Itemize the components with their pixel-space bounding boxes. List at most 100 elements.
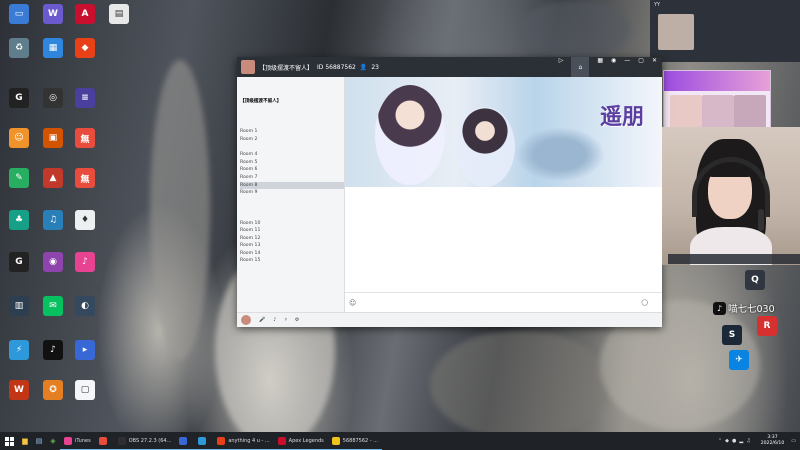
taskbar-app-button[interactable]: OBS 27.2.3 (64... [113,432,176,450]
notification-icon[interactable]: ▭ [791,438,796,444]
tray-chevron-icon[interactable]: ⌃ [718,438,722,444]
tray-app-icon[interactable]: ● [732,438,736,444]
desktop-icon[interactable]: S [722,325,742,346]
mic-icon[interactable]: 🎤 [259,317,265,323]
desktop-icon[interactable]: 無 [68,128,102,149]
channel-tree-row[interactable]: Room 15 [240,257,344,265]
desktop-icon[interactable]: ☺ [2,128,36,149]
channel-tree-row[interactable]: Room 7 [240,174,344,182]
desktop-icon[interactable]: R [757,316,777,337]
desktop-icon[interactable]: ✪ [36,380,70,401]
desktop-icon[interactable]: ♣ [2,210,36,231]
desktop-icon[interactable]: ◎ [36,88,70,109]
clock[interactable]: 3:37 2022/6/10 [757,435,789,447]
channel-tree-row[interactable] [240,121,344,129]
desktop-icon[interactable]: ▦ [36,38,70,59]
channel-tree-row[interactable]: Room 9 [240,189,344,197]
minimize-icon[interactable]: — [624,57,630,77]
desktop-icon[interactable]: A [68,4,102,25]
maximize-icon[interactable]: ▢ [638,57,644,77]
taskbar-app-button[interactable]: Apex Legends [273,432,328,450]
desktop-icon[interactable]: W [36,4,70,25]
desktop-icon[interactable]: ▢ [68,380,102,401]
taskbar-app-button[interactable] [194,432,214,450]
taskbar-app-button[interactable]: anything 4 u - ... [213,432,274,450]
desktop-icon[interactable]: G [2,88,36,109]
channel-tree-row[interactable]: Room 10 [240,220,344,228]
desktop-icon[interactable]: ◆ [68,38,102,59]
banner-logo: 遥朋 [599,104,644,130]
desktop-icon[interactable]: ▥ [2,296,36,317]
emoji-icon[interactable]: ☺ [349,299,356,307]
yy-mini-panel[interactable]: YY [650,0,800,62]
desktop-icon[interactable]: G [2,252,36,273]
desktop-icon[interactable]: ✎ [2,168,36,189]
channel-tree-row[interactable] [240,106,344,114]
desktop-icon[interactable]: ◉ [36,252,70,273]
channel-avatar[interactable] [241,60,255,74]
close-icon[interactable]: ✕ [652,57,657,77]
taskbar-app-button[interactable] [94,432,114,450]
desktop-icon[interactable]: ✉ [36,296,70,317]
start-button[interactable] [0,432,18,450]
tray-app-icon[interactable]: ◆ [725,438,729,444]
channel-tree-row[interactable] [240,212,344,220]
send-icon[interactable]: ◯ [641,299,648,306]
chat-input[interactable]: ☺ ◯ [345,292,662,312]
channel-tree-row[interactable]: Room 11 [240,227,344,235]
desktop-icon[interactable]: ♫ [36,210,70,231]
game-icon[interactable]: ◉ [611,57,616,77]
tree-root[interactable]: 【顶级摆渡不留人】 [240,98,344,106]
channel-tree-row[interactable] [240,144,344,152]
taskbar-app-button[interactable]: 56887562 - ... [327,432,382,450]
desktop-icon[interactable]: ✈ [729,350,749,371]
desktop-icon[interactable]: ▸ [68,340,102,361]
settings-icon[interactable]: ⚙ [295,317,299,323]
yy-client-window[interactable]: 【顶级摆渡不留人】 ID 56887562 👤 23 ▷ ⌂ ▦ ◉ — ▢ ✕… [237,57,662,327]
desktop-icon[interactable]: ♦ [68,210,102,231]
pinned-app-icon[interactable]: ▤ [32,432,46,450]
file-explorer-icon[interactable]: ▆ [18,432,32,450]
home-icon: ⌂ [578,63,583,71]
desktop-icon[interactable]: 無 [68,168,102,189]
video-icon[interactable]: ▷ [559,57,564,77]
taskbar-app-button[interactable]: iTunes [60,432,95,450]
channel-tree-row[interactable] [240,204,344,212]
home-button[interactable]: ⌂ [571,57,590,77]
channel-tree-row[interactable]: Room 5 [240,159,344,167]
speaker-icon[interactable]: ♫ [746,438,750,444]
desktop-icon[interactable]: ≡ [68,88,102,109]
yy-title-bar[interactable]: 【顶级摆渡不留人】 ID 56887562 👤 23 ▷ ⌂ ▦ ◉ — ▢ ✕ [237,57,662,77]
channel-tree-row[interactable]: Room 13 [240,242,344,250]
desktop-icon[interactable]: ♪ [68,252,102,273]
desktop-icon[interactable]: ♻ [2,38,36,59]
desktop-icon[interactable]: W [2,380,36,401]
desktop-icon[interactable]: ▤ [102,4,136,25]
promo-banner[interactable] [664,71,770,91]
desktop-icon[interactable]: ♪ [36,340,70,361]
channel-tree-row[interactable]: Room 12 [240,235,344,243]
desktop-icon[interactable]: ▲ [36,168,70,189]
douyin-overlay: ♪ 喵七七030 [713,301,793,315]
channel-tree-row[interactable]: Room 14 [240,250,344,258]
desktop-icon[interactable]: ▣ [36,128,70,149]
my-avatar[interactable] [241,315,251,325]
channel-tree-row[interactable]: Room 2 [240,136,344,144]
channel-tree-row[interactable] [240,197,344,205]
desktop-icon[interactable]: Q [745,270,765,291]
network-icon[interactable]: ▂ [739,438,743,444]
channel-tree-row[interactable] [240,113,344,121]
volume-icon[interactable]: ♪ [273,317,276,323]
app-icon[interactable]: ▦ [597,57,603,77]
channel-tree-row[interactable]: Room 1 [240,128,344,136]
desktop-icon[interactable]: ◐ [68,296,102,317]
pinned-app-icon[interactable]: ◈ [46,432,60,450]
desktop-icon[interactable]: ⚡ [2,340,36,361]
channel-tree-row[interactable]: Room 6 [240,166,344,174]
channel-tree-row[interactable]: Room 4 [240,151,344,159]
taskbar-app-button[interactable] [175,432,195,450]
streamer-avatar[interactable] [658,14,694,50]
channel-tree-row[interactable]: Room 8 [240,181,344,190]
desktop-icon[interactable]: ▭ [2,4,36,25]
equalizer-icon[interactable]: ♯ [284,317,286,323]
